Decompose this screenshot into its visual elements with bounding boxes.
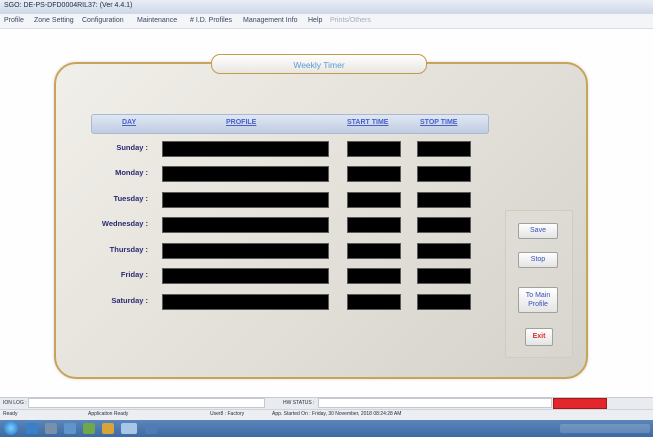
panel-legend: Weekly Timer [211,54,427,74]
title-bar: SGO: DE-PS-DFD0004RIL37: (Ver 4.4.1) [0,0,653,15]
ion-log-label: ION LOG : [3,400,27,406]
start-time-sunday[interactable] [347,141,401,157]
stop-time-tuesday[interactable] [417,192,471,208]
start-time-tuesday[interactable] [347,192,401,208]
menu-id-profiles[interactable]: # I.D. Profiles [190,17,232,24]
to-main-label-line1: To Main [525,292,551,299]
profile-field-wednesday[interactable] [162,217,329,233]
stop-button[interactable]: Stop [518,252,558,268]
menu-maintenance[interactable]: Maintenance [137,17,177,24]
menu-management-info[interactable]: Management Info [243,17,297,24]
window-title: SGO: DE-PS-DFD0004RIL37: (Ver 4.4.1) [4,2,133,9]
row-label-friday: Friday : [120,270,148,279]
save-button[interactable]: Save [518,223,558,239]
menu-help[interactable]: Help [308,17,322,24]
stop-time-thursday[interactable] [417,243,471,259]
stop-time-monday[interactable] [417,166,471,182]
ion-log-box [28,398,265,408]
start-time-wednesday[interactable] [347,217,401,233]
pinned-icon[interactable] [145,423,157,434]
profile-field-tuesday[interactable] [162,192,329,208]
folder-icon[interactable] [64,423,76,434]
start-icon[interactable] [4,421,18,435]
row-label-saturday: Saturday : [111,296,148,305]
exit-button[interactable]: Exit [525,328,553,346]
profile-field-monday[interactable] [162,166,329,182]
profile-field-thursday[interactable] [162,243,329,259]
status-app-ready: Application Ready [88,411,129,417]
program-icon[interactable] [102,423,114,434]
media-icon[interactable] [83,423,95,434]
start-time-monday[interactable] [347,166,401,182]
row-label-tuesday: Tuesday : [113,194,148,203]
menu-zone-setting[interactable]: Zone Setting [34,17,74,24]
row-label-thursday: Thursday : [109,245,148,254]
stop-time-sunday[interactable] [417,141,471,157]
explorer-icon[interactable] [26,423,38,434]
stop-time-wednesday[interactable] [417,217,471,233]
hw-status-label: HW STATUS : [283,400,315,406]
active-window-icon[interactable] [121,423,137,434]
header-profile: PROFILE [226,119,257,126]
header-stop-time: STOP TIME [420,119,458,126]
app-icon[interactable] [45,423,57,434]
menu-bar: Profile Zone Setting Configuration Maint… [0,14,653,29]
taskbar [0,420,653,437]
panel-title: Weekly Timer [293,60,345,70]
start-time-thursday[interactable] [347,243,401,259]
stop-time-saturday[interactable] [417,294,471,310]
profile-field-sunday[interactable] [162,141,329,157]
row-label-sunday: Sunday : [116,143,148,152]
status-app-started: App. Started On : Friday, 30 November, 2… [272,411,402,417]
profile-field-friday[interactable] [162,268,329,284]
stop-time-friday[interactable] [417,268,471,284]
menu-profile[interactable]: Profile [4,17,24,24]
row-label-monday: Monday : [115,168,148,177]
start-time-saturday[interactable] [347,294,401,310]
menu-prints-others[interactable]: Prints/Others [330,17,371,24]
hw-status-box [318,398,552,408]
to-main-label-line2: Profile [528,301,548,308]
status-user: User8 : Factory [210,411,245,417]
header-day: DAY [122,119,137,126]
profile-field-saturday[interactable] [162,294,329,310]
header-start-time: START TIME [347,119,389,126]
row-label-wednesday: Wednesday : [101,219,148,228]
to-main-profile-button[interactable]: To Main Profile [518,287,558,313]
menu-configuration[interactable]: Configuration [82,17,124,24]
start-time-friday[interactable] [347,268,401,284]
status-state: Ready [3,411,18,417]
hw-alarm-indicator [553,398,607,409]
system-tray[interactable] [560,424,650,433]
